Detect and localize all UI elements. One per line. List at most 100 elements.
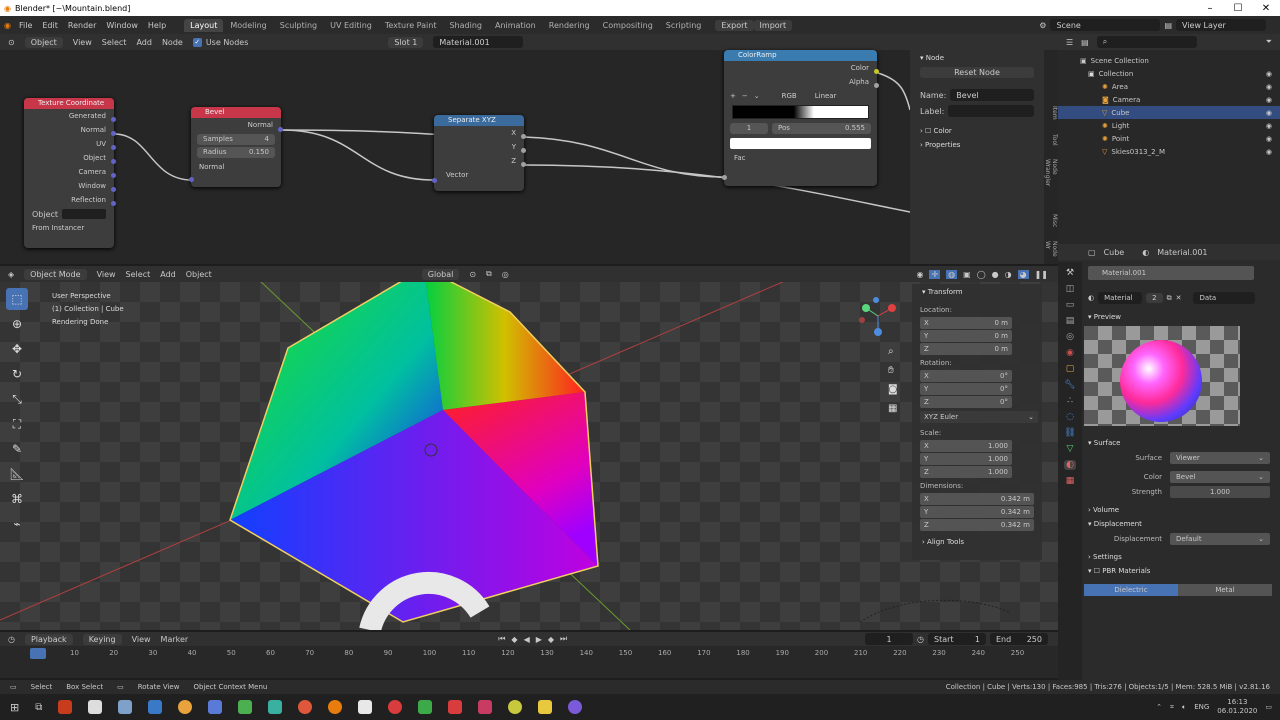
tab-texture-paint[interactable]: Texture Paint <box>379 19 443 32</box>
material-slot-list[interactable]: Material.001 <box>1088 266 1254 280</box>
task-view-icon[interactable]: ⧉ <box>35 702 42 713</box>
node-editor[interactable]: Texture Coordinate Generated Normal UV O… <box>0 50 910 264</box>
copy-icon[interactable]: ⧉ <box>1167 294 1172 303</box>
xray-icon[interactable]: ▣ <box>963 270 971 279</box>
select-box-icon[interactable]: ⬚ <box>6 288 28 310</box>
proportional-icon[interactable]: ◎ <box>502 270 509 279</box>
export-button[interactable]: Export <box>715 19 754 31</box>
object-mode-select[interactable]: Object Mode <box>24 268 87 280</box>
visibility-icon[interactable]: ◉ <box>1266 148 1272 156</box>
viewport-editor-icon[interactable]: ◈ <box>8 270 14 279</box>
navigation-gizmo[interactable] <box>856 294 900 338</box>
tray-chevron-icon[interactable]: ⌃ <box>1156 703 1162 711</box>
menu-help[interactable]: Help <box>148 21 166 30</box>
tab-shading[interactable]: Shading <box>443 19 488 32</box>
menu-edit[interactable]: Edit <box>42 21 58 30</box>
shading-material-icon[interactable]: ◑ <box>1005 270 1012 279</box>
start-frame-field[interactable]: Start 1 <box>928 633 986 645</box>
app-icon[interactable] <box>58 700 73 714</box>
notifications-icon[interactable]: ▭ <box>1265 703 1272 711</box>
outliner-scene-collection[interactable]: ▣ Scene Collection <box>1058 54 1280 67</box>
zoom-icon[interactable]: ⌕ <box>888 346 898 357</box>
location-y-field[interactable]: Y0 m <box>920 330 1012 342</box>
shading-solid-icon[interactable]: ● <box>992 270 999 279</box>
clock-icon[interactable]: ◷ <box>917 635 924 644</box>
socket-dot[interactable] <box>874 69 879 74</box>
next-key-icon[interactable]: ◆ <box>548 635 554 644</box>
timeline-editor-icon[interactable]: ◷ <box>8 635 15 644</box>
stop-position-field[interactable]: Pos 0.555 <box>772 123 871 134</box>
snap-icon[interactable]: ⧉ <box>486 269 492 279</box>
playback-menu[interactable]: Playback <box>24 633 73 645</box>
cursor-icon[interactable]: ⊕ <box>6 313 28 335</box>
tab-layout[interactable]: Layout <box>184 18 224 32</box>
volume-icon[interactable]: 🔈︎ <box>1182 703 1186 712</box>
separate-xyz-node[interactable]: Separate XYZ X Y Z Vector <box>432 115 526 191</box>
play-reverse-icon[interactable]: ◀ <box>524 635 530 644</box>
scale-y-field[interactable]: Y 1.000 <box>920 453 1012 465</box>
interpolation-select[interactable]: Linear <box>808 91 843 101</box>
browser-icon[interactable] <box>298 700 313 714</box>
object-field[interactable] <box>62 209 106 219</box>
rotate-icon[interactable]: ↻ <box>6 363 28 385</box>
app-icon[interactable] <box>448 700 463 714</box>
network-icon[interactable]: ⌗ <box>1170 703 1174 712</box>
socket-dot[interactable] <box>521 134 526 139</box>
outliner-item-area[interactable]: ✺ Area ◉ <box>1058 80 1280 93</box>
app-icon[interactable] <box>358 700 373 714</box>
node-menu-select[interactable]: Select <box>102 38 127 47</box>
node-label-field[interactable] <box>948 105 1034 117</box>
texture-tab-icon[interactable]: ▦ <box>1066 476 1075 486</box>
tool-tab-icon[interactable]: ⚒ <box>1066 268 1074 278</box>
socket-dot[interactable] <box>111 131 116 136</box>
rotation-x-field[interactable]: X 0° <box>920 370 1012 382</box>
pan-icon[interactable]: ✋︎ <box>888 365 898 376</box>
keying-menu[interactable]: Keying <box>82 633 122 645</box>
use-nodes-checkbox[interactable]: ✓ <box>192 37 202 47</box>
shading-wire-icon[interactable]: ◯ <box>977 270 986 279</box>
socket-dot[interactable] <box>111 117 116 122</box>
socket-dot[interactable] <box>722 175 727 180</box>
color-ramp-gradient[interactable] <box>732 105 869 119</box>
reset-node-button[interactable]: Reset Node <box>920 67 1034 78</box>
measure-icon[interactable]: 📐︎ <box>6 463 28 485</box>
clock[interactable]: 16:13 06.01.2020 <box>1217 698 1257 716</box>
socket-dot[interactable] <box>278 127 283 132</box>
preview-section[interactable]: ▾ Preview <box>1058 310 1280 324</box>
outliner-item-point[interactable]: ✺ Point ◉ <box>1058 132 1280 145</box>
visibility-icon[interactable]: ◉ <box>1266 122 1272 130</box>
move-icon[interactable]: ✥ <box>6 338 28 360</box>
timeline-view-menu[interactable]: View <box>132 635 151 644</box>
scale-x-field[interactable]: X 1.000 <box>920 440 1012 452</box>
dielectric-tab[interactable]: Dielectric <box>1084 584 1178 596</box>
menu-render[interactable]: Render <box>68 21 96 30</box>
outliner-item-camera[interactable]: ◙ Camera ◉ <box>1058 93 1280 106</box>
socket-dot[interactable] <box>874 83 879 88</box>
app-icon[interactable] <box>418 700 433 714</box>
editor-type-icon[interactable]: ⊙ <box>8 38 15 47</box>
app-icon[interactable] <box>178 700 193 714</box>
volume-section[interactable]: › Volume <box>1058 503 1280 517</box>
surface-select[interactable]: Viewer ⌄ <box>1170 451 1270 464</box>
properties-section[interactable]: › Properties <box>910 138 1044 152</box>
visibility-icon[interactable]: ◉ <box>1266 96 1272 104</box>
gizmo-icon[interactable]: ✛ <box>929 269 941 279</box>
scale-icon[interactable]: ⤡ <box>6 388 28 410</box>
transform-orientation-select[interactable]: Global <box>421 268 460 280</box>
tab-scripting[interactable]: Scripting <box>660 19 708 32</box>
app-icon[interactable] <box>118 700 133 714</box>
jump-end-icon[interactable]: ⏭ <box>560 634 567 644</box>
visibility-icon[interactable]: ◉ <box>1266 135 1272 143</box>
dimensions-z-field[interactable]: Z 0.342 m <box>920 519 1034 531</box>
visibility-icon[interactable]: ◉ <box>1266 109 1272 117</box>
node-name-field[interactable]: Bevel <box>950 89 1034 101</box>
socket-dot[interactable] <box>111 201 116 206</box>
explorer-icon[interactable] <box>538 700 553 714</box>
app-icon[interactable] <box>508 700 523 714</box>
tab-tool[interactable]: Tool <box>1044 134 1058 146</box>
rotation-y-field[interactable]: Y 0° <box>920 383 1012 395</box>
vp-menu-view[interactable]: View <box>97 270 116 279</box>
timeline-marker-menu[interactable]: Marker <box>161 635 189 644</box>
dimensions-x-field[interactable]: X 0.342 m <box>920 493 1034 505</box>
color-mode-select[interactable]: RGB <box>775 91 803 101</box>
